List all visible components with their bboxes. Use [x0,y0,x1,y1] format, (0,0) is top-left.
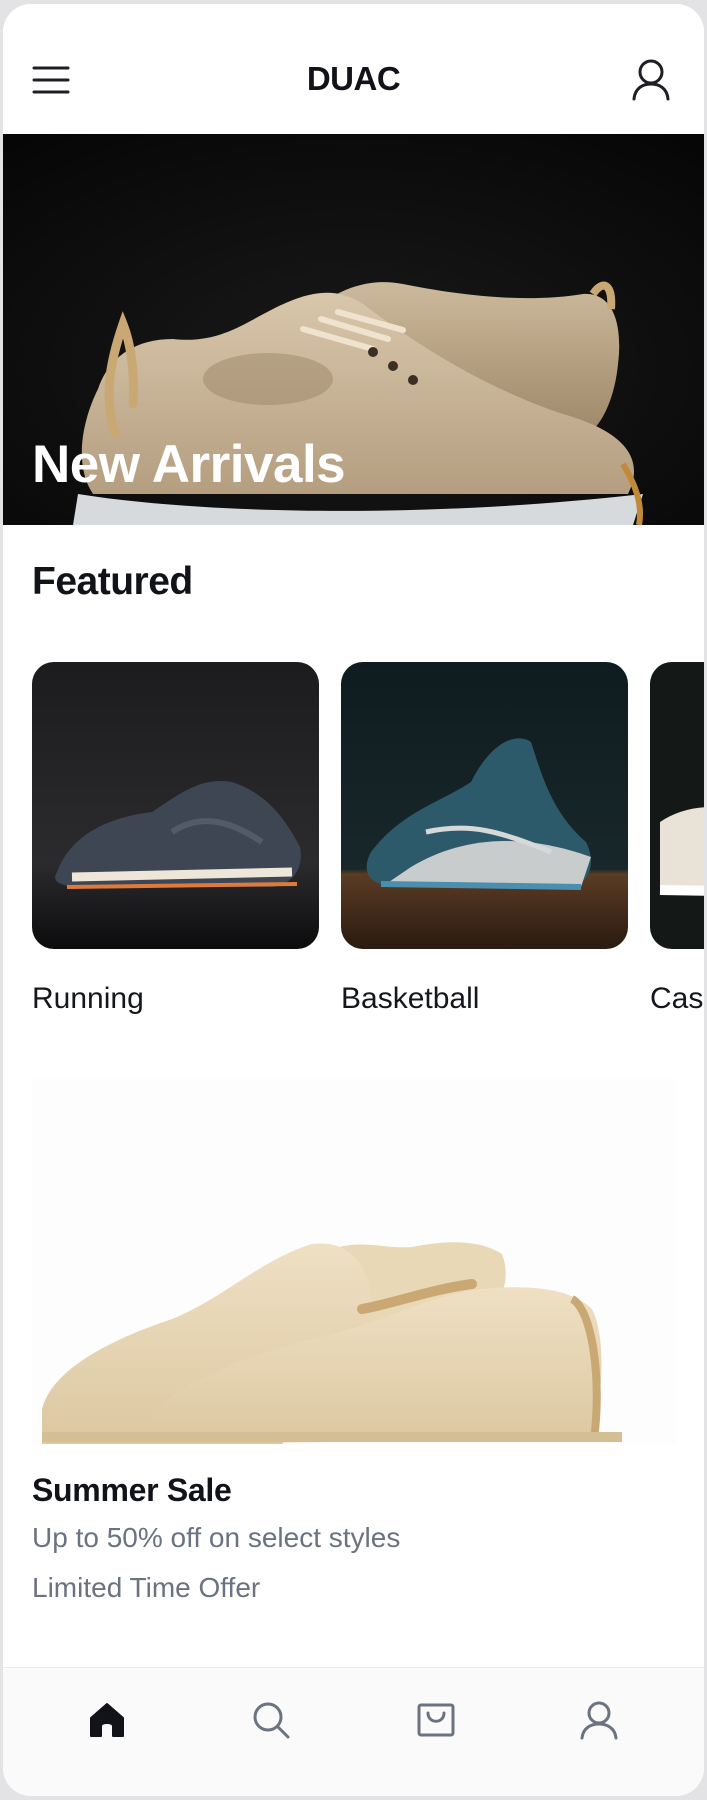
featured-card-label: Casual [650,982,704,1015]
hero-title: New Arrivals [32,435,346,494]
promo-subtitle: Up to 50% off on select styles [32,1522,401,1553]
nav-bag[interactable] [408,1692,464,1748]
nav-home[interactable] [79,1692,135,1748]
casual-shoe-image [650,662,704,949]
promo-image [32,1079,676,1444]
menu-button[interactable] [31,60,71,100]
brand-logo[interactable]: DUAC [307,60,401,97]
bottom-navigation [3,1667,704,1796]
featured-card-casual[interactable]: Casual [650,662,704,1015]
account-button[interactable] [631,58,671,102]
featured-card-running[interactable]: Running [32,662,319,1015]
hero-banner[interactable]: New Arrivals [3,134,704,525]
featured-card-label: Running [32,982,144,1015]
basketball-shoe-image [341,662,628,949]
shopping-bag-icon [417,1703,455,1737]
home-icon [90,1703,124,1737]
hamburger-menu-icon [32,66,70,94]
promo-note: Limited Time Offer [32,1572,261,1603]
featured-card-label: Basketball [341,982,480,1015]
running-shoe-image [32,662,319,949]
promo-title: Summer Sale [32,1472,232,1508]
featured-carousel[interactable]: Running Basketball Cas [32,662,704,1032]
featured-heading: Featured [32,560,193,603]
search-icon [253,1702,290,1739]
app-screen: DUAC New Arrivals Featured Running Baske… [3,4,704,1796]
profile-icon [580,1701,618,1740]
nav-profile[interactable] [571,1692,627,1748]
featured-card-basketball[interactable]: Basketball [341,662,628,1015]
user-icon [632,59,670,101]
nav-search[interactable] [243,1692,299,1748]
top-app-bar: DUAC [3,4,704,134]
